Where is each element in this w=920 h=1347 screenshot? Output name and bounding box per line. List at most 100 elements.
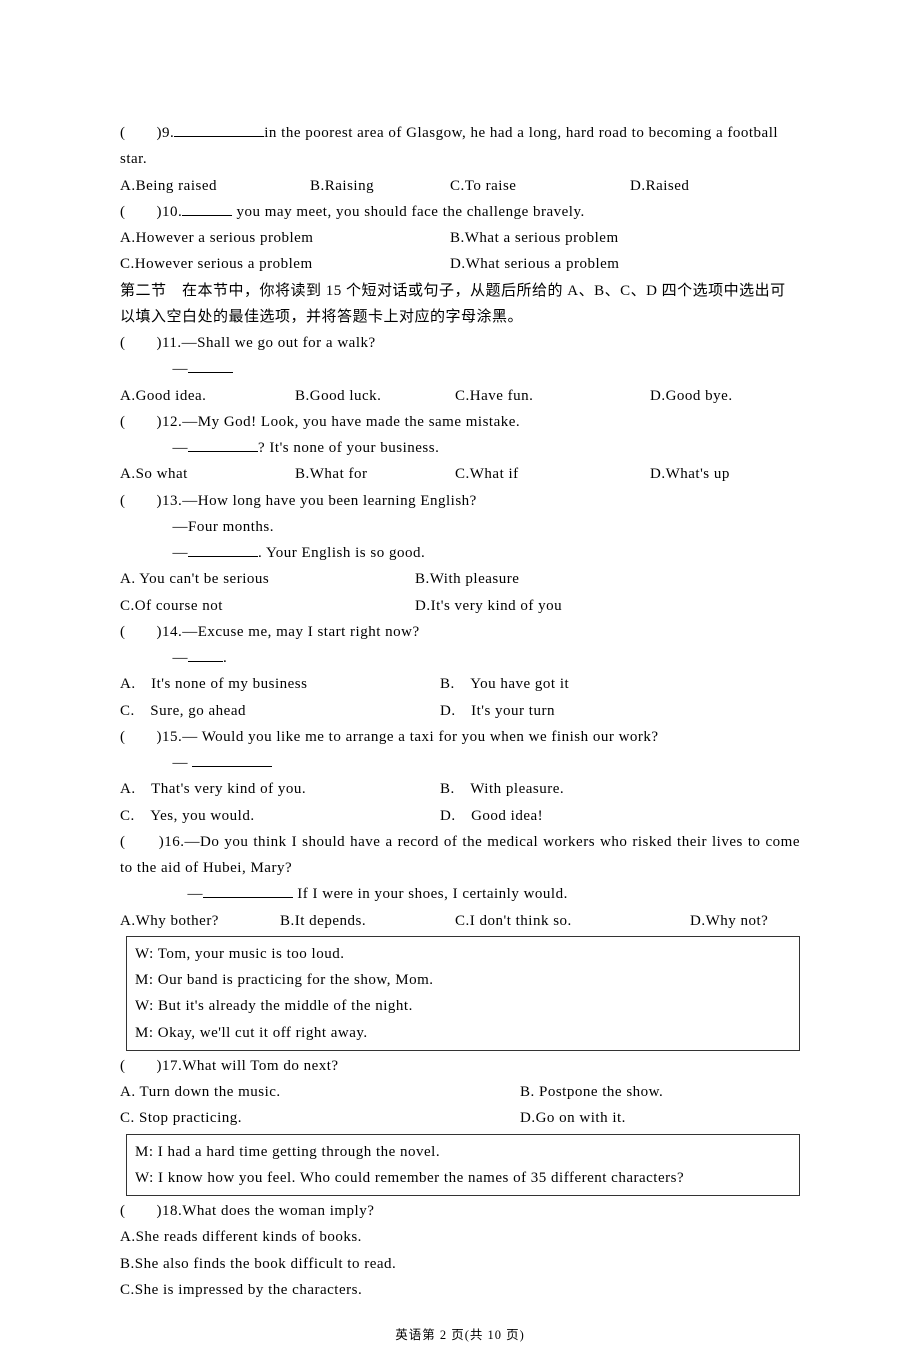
q10-options-row1: A.However a serious problem B.What a ser… (120, 225, 800, 251)
q9-options: A.Being raised B.Raising C.To raise D.Ra… (120, 173, 800, 199)
q12-c: C.What if (455, 461, 650, 487)
q9-prefix: ( )9. (120, 125, 174, 141)
blank-q14 (188, 647, 223, 662)
q14-options-row2: C. Sure, go ahead D. It's your turn (120, 698, 800, 724)
q18-stem: ( )18.What does the woman imply? (120, 1198, 800, 1224)
q11-b: B.Good luck. (295, 383, 455, 409)
q12-a: A.So what (120, 461, 295, 487)
box2-l1: M: I had a hard time getting through the… (135, 1139, 791, 1165)
q16-line1: ( )16.—Do you think I should have a reco… (120, 829, 800, 882)
q9-b: B.Raising (310, 173, 450, 199)
page-footer: 英语第 2 页(共 10 页) (120, 1325, 800, 1347)
q10-d: D.What serious a problem (450, 251, 619, 277)
q14-dash: — (173, 650, 189, 666)
q11-line1: ( )11.—Shall we go out for a walk? (120, 330, 800, 356)
q17-stem: ( )17.What will Tom do next? (120, 1053, 800, 1079)
q14-options-row1: A. It's none of my business B. You have … (120, 671, 800, 697)
q17-options-row1: A. Turn down the music. B. Postpone the … (120, 1079, 800, 1105)
q14-suffix: . (223, 650, 227, 666)
q15-dash: — (173, 755, 193, 771)
blank-q16 (203, 883, 293, 898)
q13-options-row2: C.Of course not D.It's very kind of you (120, 593, 800, 619)
q14-d: D. It's your turn (440, 698, 555, 724)
q15-options-row2: C. Yes, you would. D. Good idea! (120, 803, 800, 829)
q17-c: C. Stop practicing. (120, 1105, 520, 1131)
page-content: ( )9.in the poorest area of Glasgow, he … (120, 120, 800, 1347)
q15-a: A. That's very kind of you. (120, 776, 440, 802)
q10-text: you may meet, you should face the challe… (232, 204, 585, 220)
blank-q9 (174, 122, 264, 137)
q16-options: A.Why bother? B.It depends. C.I don't th… (120, 908, 800, 934)
box1-l4: M: Okay, we'll cut it off right away. (135, 1020, 791, 1046)
q11-options: A.Good idea. B.Good luck. C.Have fun. D.… (120, 383, 800, 409)
q12-line2: — ? It's none of your business. (120, 435, 800, 461)
q14-b: B. You have got it (440, 671, 569, 697)
blank-q13 (188, 542, 258, 557)
blank-q10 (182, 201, 232, 216)
q17-d: D.Go on with it. (520, 1105, 626, 1131)
q16-d: D.Why not? (690, 908, 768, 934)
q13-b: B.With pleasure (415, 566, 519, 592)
q9-a: A.Being raised (120, 173, 310, 199)
q13-dash: — (173, 545, 189, 561)
q11-a: A.Good idea. (120, 383, 295, 409)
q14-line2: —. (120, 645, 800, 671)
q13-c: C.Of course not (120, 593, 415, 619)
q10-options-row2: C.However serious a problem D.What serio… (120, 251, 800, 277)
dialogue-box-2: M: I had a hard time getting through the… (126, 1134, 800, 1197)
q17-b: B. Postpone the show. (520, 1079, 663, 1105)
q15-line1: ( )15.— Would you like me to arrange a t… (120, 724, 800, 750)
q13-line2: —Four months. (120, 514, 800, 540)
blank-q15 (192, 752, 272, 767)
box1-l1: W: Tom, your music is too loud. (135, 941, 791, 967)
q16-b: B.It depends. (280, 908, 455, 934)
q12-d: D.What's up (650, 461, 730, 487)
box1-l3: W: But it's already the middle of the ni… (135, 993, 791, 1019)
q13-tail: . Your English is so good. (258, 545, 425, 561)
q12-tail: ? It's none of your business. (258, 440, 439, 456)
q11-line2: — (120, 356, 800, 382)
q11-d: D.Good bye. (650, 383, 733, 409)
q17-a: A. Turn down the music. (120, 1079, 520, 1105)
q10-prefix: ( )10. (120, 204, 182, 220)
q9-c: C.To raise (450, 173, 630, 199)
q14-a: A. It's none of my business (120, 671, 440, 697)
section2-heading: 第二节 在本节中，你将读到 15 个短对话或句子，从题后所给的 A、B、C、D … (120, 278, 800, 331)
q12-b: B.What for (295, 461, 455, 487)
q10-a: A.However a serious problem (120, 225, 450, 251)
q16-a: A.Why bother? (120, 908, 280, 934)
q15-d: D. Good idea! (440, 803, 543, 829)
q15-b: B. With pleasure. (440, 776, 564, 802)
q13-options-row1: A. You can't be serious B.With pleasure (120, 566, 800, 592)
q15-line2: — (120, 750, 800, 776)
box2-l2: W: I know how you feel. Who could rememb… (135, 1165, 791, 1191)
q13-line1: ( )13.—How long have you been learning E… (120, 488, 800, 514)
q9-d: D.Raised (630, 173, 689, 199)
q12-dash: — (173, 440, 189, 456)
dialogue-box-1: W: Tom, your music is too loud. M: Our b… (126, 936, 800, 1051)
blank-q12 (188, 437, 258, 452)
q13-a: A. You can't be serious (120, 566, 415, 592)
q17-options-row2: C. Stop practicing. D.Go on with it. (120, 1105, 800, 1131)
q14-line1: ( )14.—Excuse me, may I start right now? (120, 619, 800, 645)
q9-stem: ( )9.in the poorest area of Glasgow, he … (120, 120, 800, 173)
q13-d: D.It's very kind of you (415, 593, 562, 619)
q14-c: C. Sure, go ahead (120, 698, 440, 724)
blank-q11 (188, 358, 233, 373)
q16-dash: — (188, 886, 204, 902)
q15-c: C. Yes, you would. (120, 803, 440, 829)
q15-options-row1: A. That's very kind of you. B. With plea… (120, 776, 800, 802)
q16-c: C.I don't think so. (455, 908, 690, 934)
q10-b: B.What a serious problem (450, 225, 619, 251)
q18-c: C.She is impressed by the characters. (120, 1277, 800, 1303)
q16-line2: — If I were in your shoes, I certainly w… (120, 881, 800, 907)
q18-b: B.She also finds the book difficult to r… (120, 1251, 800, 1277)
q12-line1: ( )12.—My God! Look, you have made the s… (120, 409, 800, 435)
q10-c: C.However serious a problem (120, 251, 450, 277)
q11-c: C.Have fun. (455, 383, 650, 409)
q10-stem: ( )10. you may meet, you should face the… (120, 199, 800, 225)
q13-line3: — . Your English is so good. (120, 540, 800, 566)
box1-l2: M: Our band is practicing for the show, … (135, 967, 791, 993)
q11-dash: — (173, 361, 189, 377)
q12-options: A.So what B.What for C.What if D.What's … (120, 461, 800, 487)
